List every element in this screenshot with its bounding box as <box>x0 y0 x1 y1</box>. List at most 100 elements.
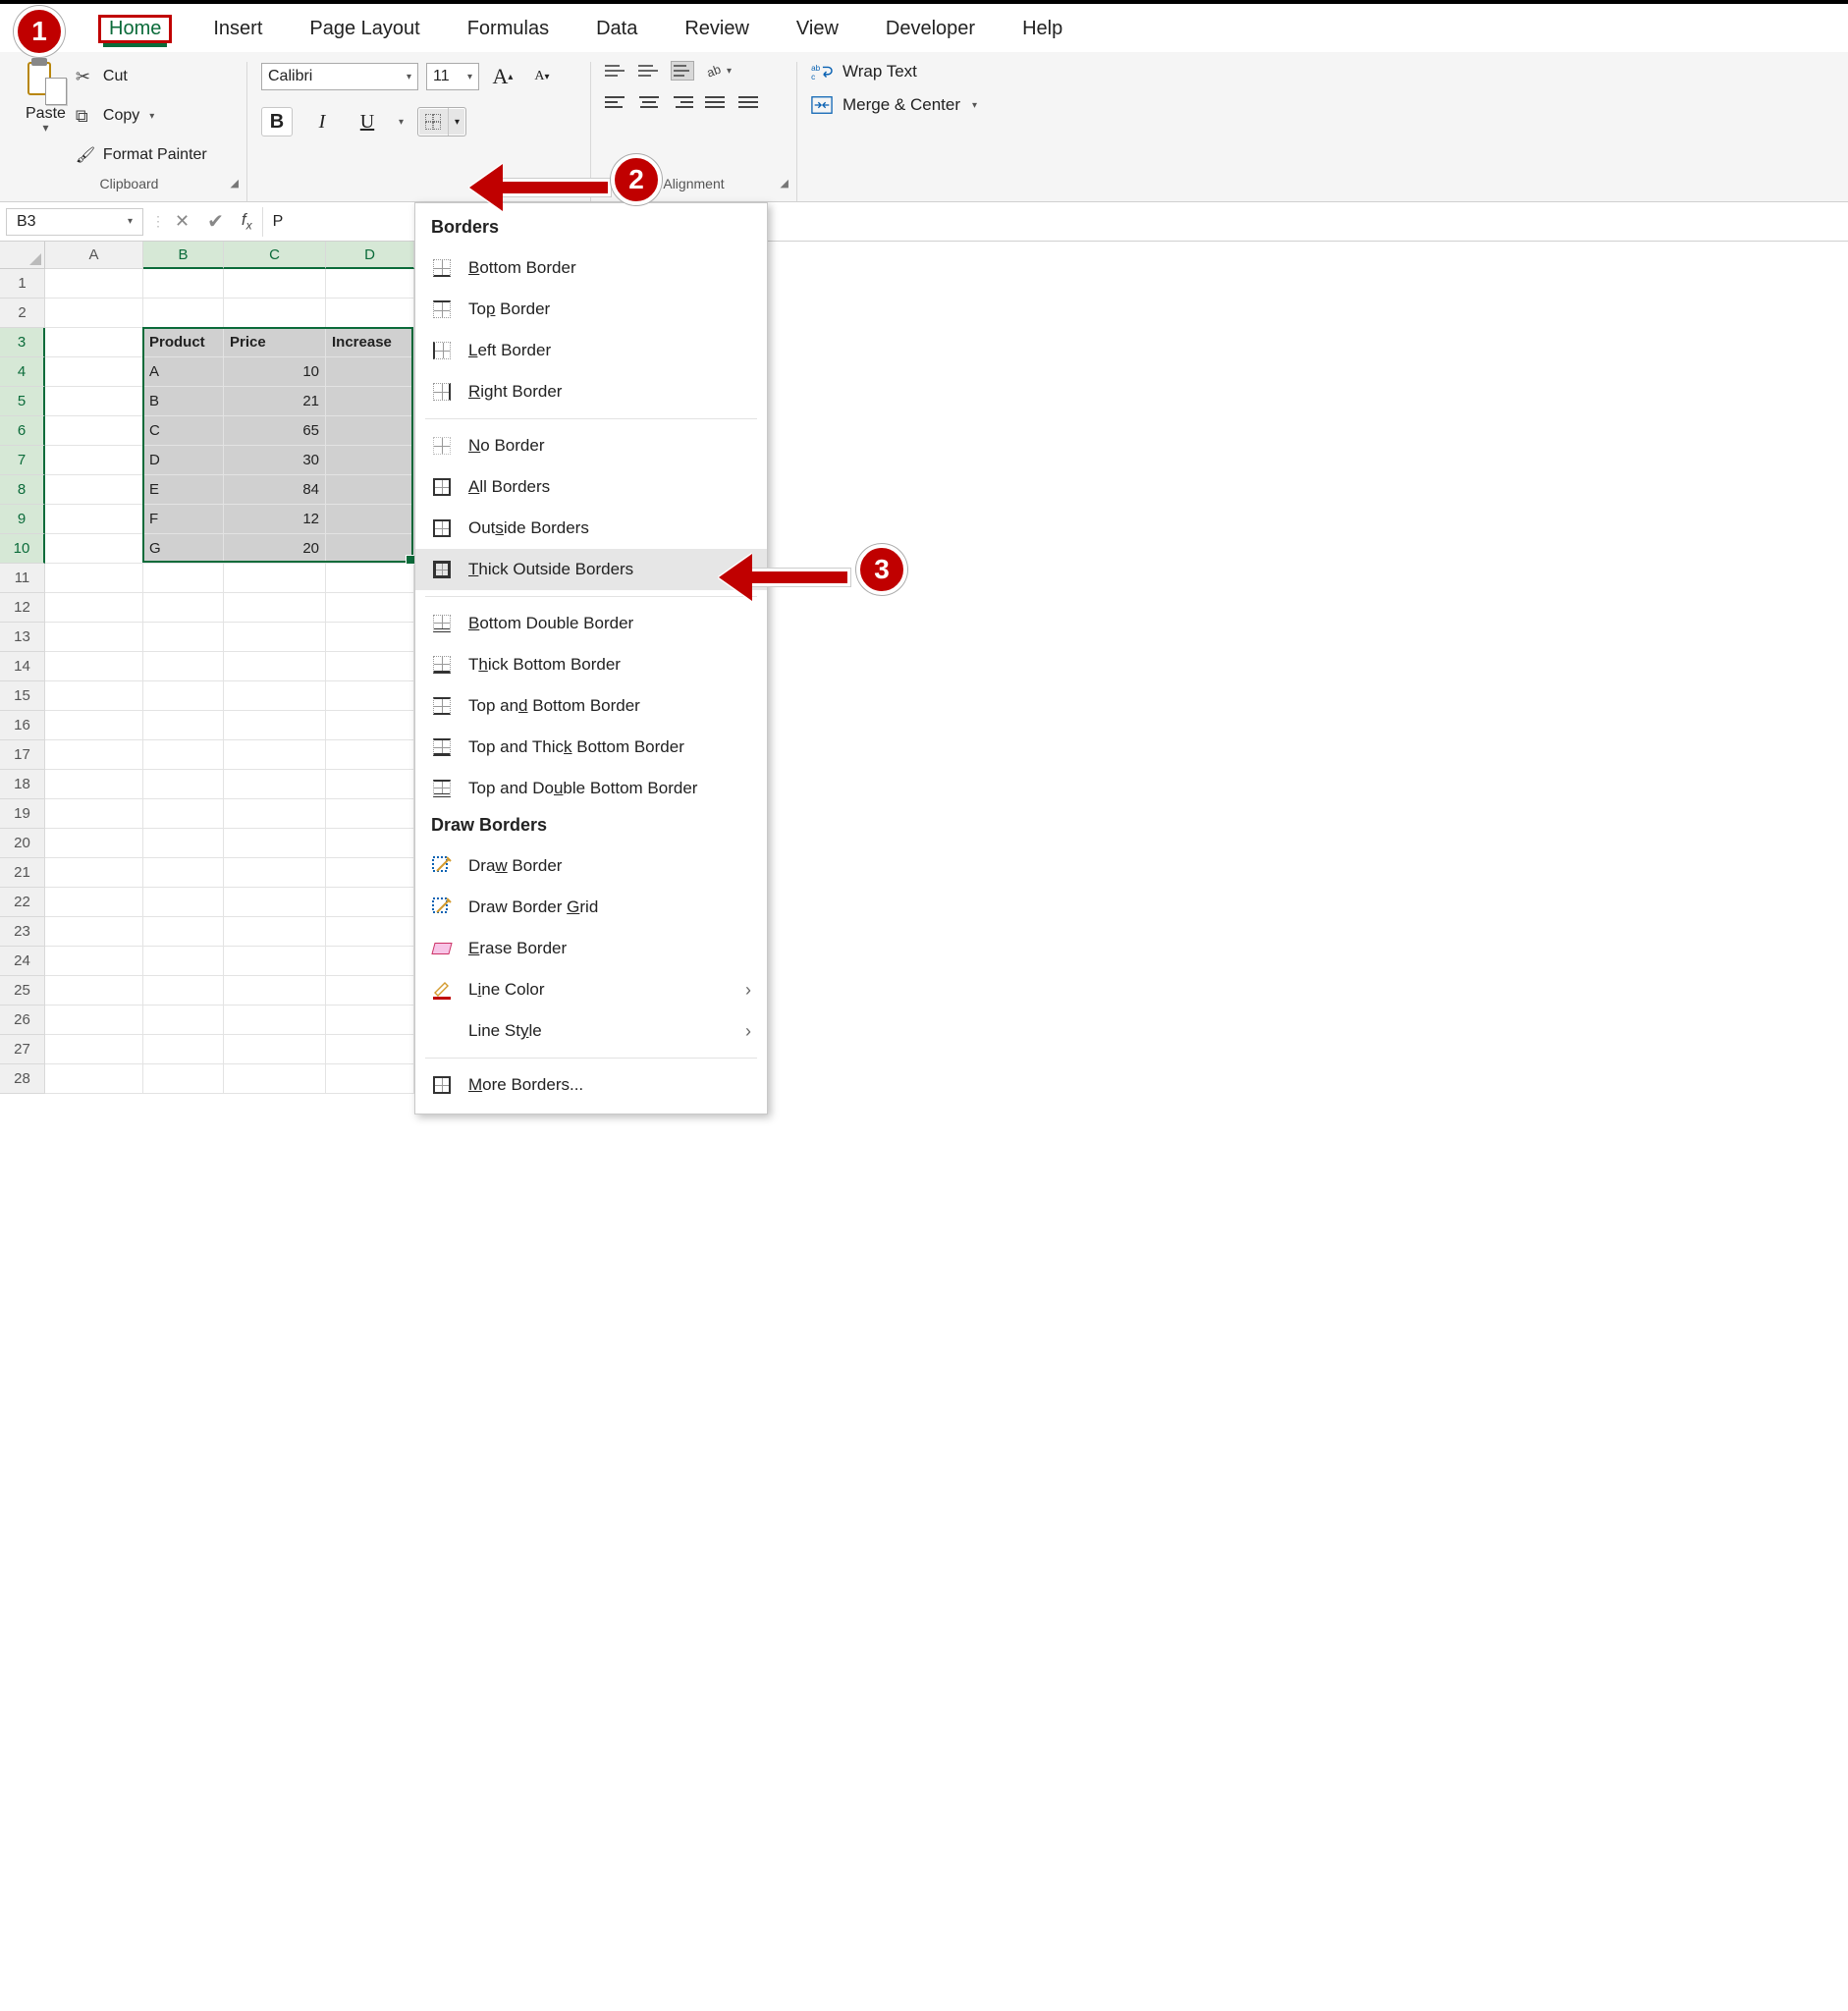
row-header[interactable]: 14 <box>0 652 45 681</box>
cell[interactable] <box>143 976 224 1006</box>
cell[interactable] <box>224 888 326 917</box>
align-bottom-button[interactable] <box>672 62 693 80</box>
borders-split-button[interactable]: ▾ <box>417 107 466 136</box>
cell[interactable] <box>143 770 224 799</box>
chevron-down-icon[interactable]: ▾ <box>972 100 977 111</box>
cell[interactable] <box>143 593 224 623</box>
cell[interactable] <box>143 1006 224 1035</box>
cell[interactable] <box>224 299 326 328</box>
cell[interactable]: 20 <box>224 534 326 564</box>
cell[interactable] <box>224 858 326 888</box>
enter-icon[interactable]: ✔ <box>207 209 224 234</box>
cell[interactable] <box>143 652 224 681</box>
cell[interactable]: D <box>143 446 224 475</box>
menu-item-top-dbl-bottom[interactable]: Top and Double Bottom Border <box>415 768 767 809</box>
cell[interactable] <box>326 917 414 947</box>
column-header[interactable]: B <box>143 242 224 269</box>
cell[interactable]: 12 <box>224 505 326 534</box>
menu-item-all[interactable]: All Borders <box>415 466 767 508</box>
cell[interactable] <box>143 799 224 829</box>
cell[interactable] <box>45 858 143 888</box>
cell[interactable] <box>326 858 414 888</box>
tab-page-layout[interactable]: Page Layout <box>303 10 425 48</box>
cell[interactable]: C <box>143 416 224 446</box>
row-header[interactable]: 10 <box>0 534 45 564</box>
chevron-down-icon[interactable]: ▾ <box>42 121 48 135</box>
cell[interactable] <box>45 1006 143 1035</box>
tab-data[interactable]: Data <box>590 10 643 48</box>
cell[interactable] <box>143 947 224 976</box>
cell[interactable]: G <box>143 534 224 564</box>
cell[interactable] <box>45 799 143 829</box>
menu-item-draw-grid[interactable]: Draw Border Grid <box>415 887 767 928</box>
cell[interactable]: 10 <box>224 357 326 387</box>
tab-view[interactable]: View <box>790 10 844 48</box>
align-right-button[interactable] <box>672 93 693 111</box>
font-name-select[interactable]: Calibri▾ <box>261 63 418 90</box>
cell[interactable] <box>45 416 143 446</box>
cell[interactable] <box>45 1035 143 1064</box>
tab-insert[interactable]: Insert <box>207 10 268 48</box>
row-header[interactable]: 20 <box>0 829 45 858</box>
cell[interactable] <box>45 681 143 711</box>
row-header[interactable]: 5 <box>0 387 45 416</box>
merge-center-button[interactable]: Merge & Center ▾ <box>811 95 977 115</box>
cell[interactable] <box>326 416 414 446</box>
menu-item-thick-bottom[interactable]: Thick Bottom Border <box>415 644 767 685</box>
row-header[interactable]: 1 <box>0 269 45 299</box>
increase-font-size-button[interactable]: A▴ <box>487 62 518 91</box>
cell[interactable] <box>326 1064 414 1094</box>
cell[interactable]: 65 <box>224 416 326 446</box>
cell[interactable] <box>326 976 414 1006</box>
row-header[interactable]: 28 <box>0 1064 45 1094</box>
row-header[interactable]: 12 <box>0 593 45 623</box>
column-header[interactable]: C <box>224 242 326 269</box>
cell[interactable] <box>45 387 143 416</box>
chevron-down-icon[interactable]: ▾ <box>399 117 404 128</box>
cell[interactable] <box>45 947 143 976</box>
cell[interactable] <box>143 564 224 593</box>
cell[interactable] <box>326 829 414 858</box>
cell[interactable] <box>326 593 414 623</box>
cell[interactable]: E <box>143 475 224 505</box>
cell[interactable]: F <box>143 505 224 534</box>
cell[interactable] <box>45 711 143 740</box>
cell[interactable] <box>224 770 326 799</box>
cell[interactable] <box>224 711 326 740</box>
menu-item-draw[interactable]: Draw Border <box>415 845 767 887</box>
align-center-button[interactable] <box>638 93 660 111</box>
row-header[interactable]: 24 <box>0 947 45 976</box>
align-middle-button[interactable] <box>638 62 660 80</box>
cell[interactable]: Price <box>224 328 326 357</box>
menu-item-erase[interactable]: Erase Border <box>415 928 767 969</box>
cell[interactable] <box>224 652 326 681</box>
cell[interactable]: 30 <box>224 446 326 475</box>
cell[interactable] <box>326 475 414 505</box>
row-header[interactable]: 4 <box>0 357 45 387</box>
cut-button[interactable]: Cut <box>76 62 207 91</box>
row-header[interactable]: 25 <box>0 976 45 1006</box>
cell[interactable] <box>45 564 143 593</box>
tab-developer[interactable]: Developer <box>880 10 981 48</box>
cell[interactable] <box>326 888 414 917</box>
cell[interactable] <box>224 564 326 593</box>
menu-item-right[interactable]: Right Border <box>415 371 767 412</box>
cell[interactable] <box>143 299 224 328</box>
cell[interactable] <box>224 269 326 299</box>
row-header[interactable]: 23 <box>0 917 45 947</box>
cell[interactable] <box>224 681 326 711</box>
copy-button[interactable]: Copy▾ <box>76 101 207 131</box>
cell[interactable] <box>326 505 414 534</box>
row-header[interactable]: 13 <box>0 623 45 652</box>
wrap-text-button[interactable]: abc Wrap Text <box>811 62 977 82</box>
underline-button[interactable]: U <box>352 107 383 136</box>
select-all-corner[interactable] <box>0 242 45 269</box>
cell[interactable] <box>45 976 143 1006</box>
format-painter-button[interactable]: Format Painter <box>76 140 207 170</box>
cell[interactable] <box>224 1064 326 1094</box>
row-header[interactable]: 18 <box>0 770 45 799</box>
cell[interactable] <box>326 652 414 681</box>
tab-help[interactable]: Help <box>1016 10 1068 48</box>
cell[interactable] <box>45 770 143 799</box>
cell[interactable] <box>143 740 224 770</box>
